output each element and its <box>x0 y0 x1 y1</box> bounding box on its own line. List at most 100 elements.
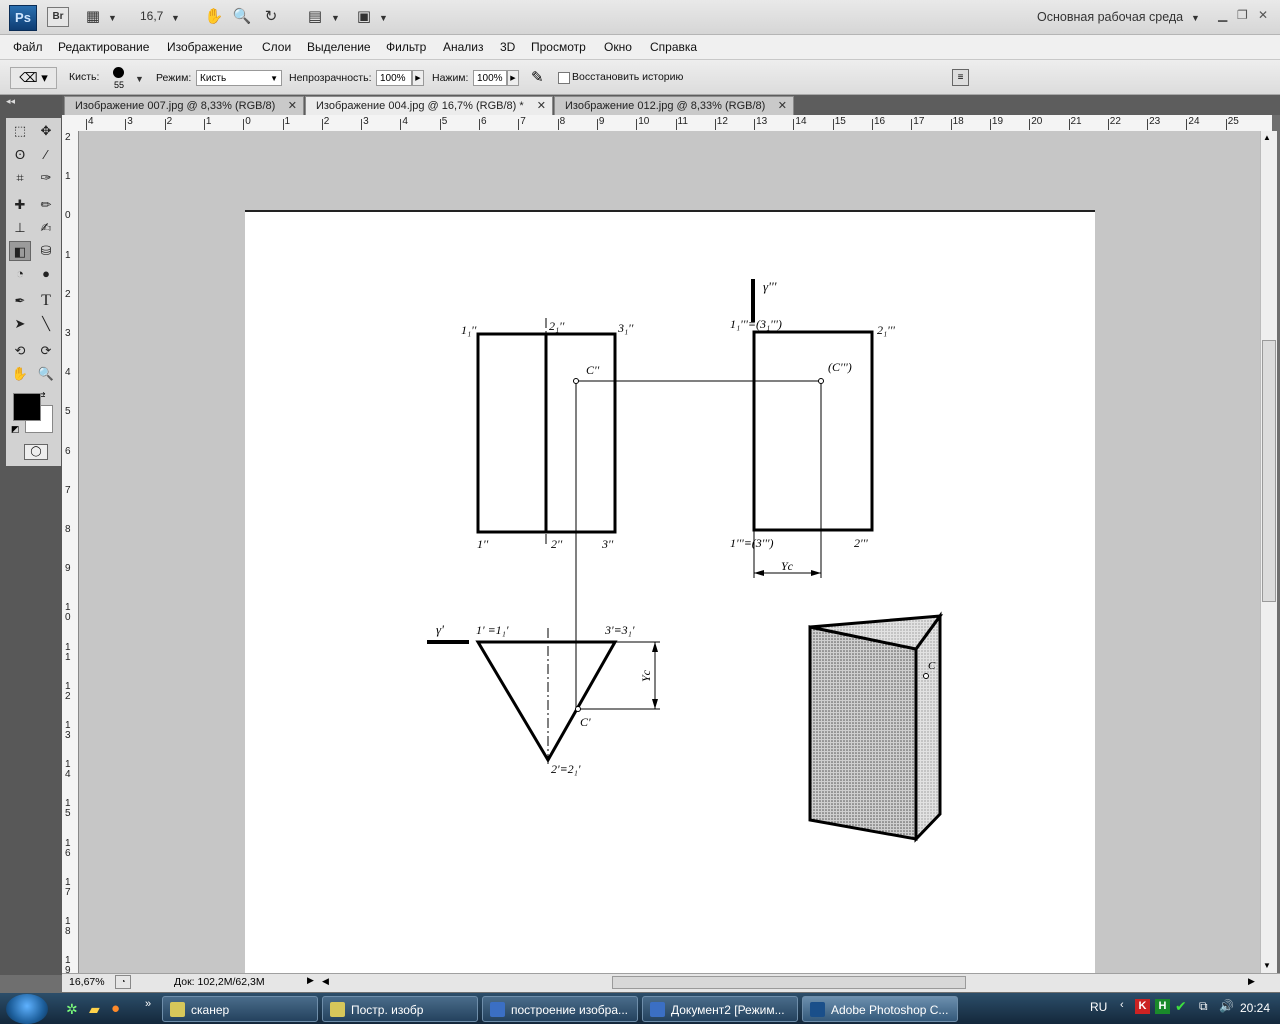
tab-image-004[interactable]: Изображение 004.jpg @ 16,7% (RGB/8) * ✕ <box>305 96 553 115</box>
3d-rotate-icon[interactable]: ⟲ <box>9 341 31 361</box>
taskbar-item-word1[interactable]: построение изобра... <box>482 996 638 1022</box>
chevron-right-icon[interactable]: » <box>145 998 151 1010</box>
hand-tool-icon[interactable]: ✋ <box>9 364 31 384</box>
clock[interactable]: 20:24 <box>1240 1001 1270 1015</box>
status-menu-arrow[interactable]: ▶ <box>307 975 314 986</box>
close-icon[interactable]: ✕ <box>288 97 297 116</box>
zoom-tool-icon[interactable]: 🔍 <box>35 364 57 384</box>
lasso-tool-icon[interactable]: ʘ <box>9 145 31 165</box>
menu-image[interactable]: Изображение <box>167 40 243 54</box>
menu-help[interactable]: Справка <box>650 40 697 54</box>
close-icon[interactable]: ✕ <box>537 97 546 116</box>
collapse-panel-icon[interactable]: ◂◂ <box>6 96 15 107</box>
flow-slider-button[interactable]: ▶ <box>507 70 519 86</box>
vertical-scroll-thumb[interactable] <box>1262 340 1276 602</box>
status-info-icon[interactable]: ◔ <box>115 975 131 989</box>
antivirus-icon[interactable]: K <box>1135 999 1150 1014</box>
quicklaunch-icon[interactable]: ✲ <box>66 1001 78 1018</box>
menu-edit[interactable]: Редактирование <box>58 40 149 54</box>
close-button[interactable]: ✕ <box>1258 8 1268 22</box>
crop-tool-icon[interactable]: ⌗ <box>9 168 31 188</box>
checkmark-icon[interactable]: ✔ <box>1175 998 1187 1015</box>
chevron-down-icon[interactable]: ▼ <box>135 74 144 84</box>
move-tool-icon[interactable]: ✥ <box>35 121 57 141</box>
clone-stamp-icon[interactable]: ⊥ <box>9 218 31 238</box>
menu-layers[interactable]: Слои <box>262 40 291 54</box>
default-colors-icon[interactable]: ◩ <box>11 424 20 435</box>
menu-filter[interactable]: Фильтр <box>386 40 426 54</box>
menu-window[interactable]: Окно <box>604 40 632 54</box>
brush-tool-icon[interactable]: ✏ <box>35 195 57 215</box>
scroll-up-icon[interactable]: ▲ <box>1263 133 1271 142</box>
mode-select[interactable]: Кисть ▼ <box>196 70 282 86</box>
line-tool-icon[interactable]: ╲ <box>35 314 57 334</box>
taskbar-item-scanner[interactable]: сканер <box>162 996 318 1022</box>
scroll-left-icon[interactable]: ◀ <box>322 976 329 987</box>
workspace-switcher[interactable]: Основная рабочая среда <box>1037 10 1183 24</box>
magic-wand-icon[interactable]: ⁄ <box>35 145 57 165</box>
hand-tool-icon[interactable]: ✋ <box>203 7 225 27</box>
opacity-field[interactable]: 100% <box>376 70 412 86</box>
minimize-button[interactable]: ▁ <box>1218 8 1227 22</box>
marquee-tool-icon[interactable]: ⬚ <box>9 121 31 141</box>
menu-analysis[interactable]: Анализ <box>443 40 484 54</box>
menu-view[interactable]: Просмотр <box>531 40 586 54</box>
arrange-documents-icon[interactable]: ▤ <box>304 7 326 27</box>
pen-tool-icon[interactable]: ✒ <box>9 291 31 311</box>
horizontal-scroll-thumb[interactable] <box>612 976 966 989</box>
taskbar-item-photoshop[interactable]: Adobe Photoshop C... <box>802 996 958 1022</box>
blur-tool-icon[interactable]: ◔ <box>9 264 31 284</box>
eraser-tool-icon[interactable]: ◧ <box>9 241 31 261</box>
screen-mode-icon[interactable]: ▣ <box>353 7 375 27</box>
network-icon[interactable]: ⧉ <box>1199 999 1208 1014</box>
eyedropper-icon[interactable]: ✑ <box>35 168 57 188</box>
menu-3d[interactable]: 3D <box>500 40 515 54</box>
chevron-down-icon[interactable]: ▼ <box>108 13 117 23</box>
opacity-slider-button[interactable]: ▶ <box>412 70 424 86</box>
tool-preset-picker[interactable]: ⌫ ▾ <box>10 67 57 89</box>
scroll-right-icon[interactable]: ▶ <box>1248 976 1255 987</box>
brush-preview-icon[interactable] <box>113 67 124 78</box>
flow-field[interactable]: 100% <box>473 70 507 86</box>
airbrush-icon[interactable]: ✎ <box>531 68 544 86</box>
language-indicator[interactable]: RU <box>1090 1000 1107 1014</box>
panel-toggle-icon[interactable]: ≡ <box>952 69 969 86</box>
chevron-down-icon[interactable]: ▼ <box>379 13 388 23</box>
ruler-top-number: 17 <box>913 116 925 127</box>
start-button[interactable] <box>6 994 48 1024</box>
close-icon[interactable]: ✕ <box>778 97 787 116</box>
path-selection-icon[interactable]: ➤ <box>9 314 31 334</box>
zoom-tool-icon[interactable]: 🔍 <box>231 7 253 27</box>
chevron-down-icon[interactable]: ▼ <box>171 13 180 23</box>
zoom-level-select[interactable]: 16,7 <box>140 9 163 23</box>
tab-image-007[interactable]: Изображение 007.jpg @ 8,33% (RGB/8) ✕ <box>64 96 304 115</box>
scroll-down-icon[interactable]: ▼ <box>1263 961 1271 970</box>
document-canvas[interactable]: γ''' 1₁'' 2₁'' 3₁'' C'' 1₁'''≡(3₁''') 2₁… <box>245 210 1095 977</box>
tray-expand-icon[interactable]: ‹ <box>1120 999 1124 1011</box>
restore-button[interactable]: ❐ <box>1237 8 1248 22</box>
bridge-button[interactable]: Br <box>47 7 69 27</box>
paint-bucket-icon[interactable]: ⛁ <box>35 241 57 261</box>
menu-file[interactable]: Файл <box>13 40 43 54</box>
restore-history-checkbox[interactable] <box>558 72 570 84</box>
status-zoom[interactable]: 16,67% <box>69 976 105 988</box>
healing-brush-icon[interactable]: ✚ <box>9 195 31 215</box>
quick-mask-icon[interactable]: ◯ <box>24 444 48 460</box>
tray-app-icon[interactable]: H <box>1155 999 1170 1014</box>
firefox-icon[interactable]: ● <box>111 1000 120 1017</box>
chevron-down-icon[interactable]: ▼ <box>331 13 340 23</box>
type-tool-icon[interactable]: T <box>35 291 57 311</box>
taskbar-item-word2[interactable]: Документ2 [Режим... <box>642 996 798 1022</box>
foreground-color-swatch[interactable] <box>13 393 41 421</box>
film-strip-icon[interactable]: ▦ <box>82 7 104 27</box>
3d-orbit-icon[interactable]: ⟳ <box>35 341 57 361</box>
dodge-tool-icon[interactable]: ● <box>35 264 57 284</box>
chevron-down-icon[interactable]: ▼ <box>1191 13 1200 23</box>
volume-icon[interactable]: 🔊 <box>1219 999 1234 1013</box>
tab-image-012[interactable]: Изображение 012.jpg @ 8,33% (RGB/8) ✕ <box>554 96 794 115</box>
menu-select[interactable]: Выделение <box>307 40 371 54</box>
taskbar-item-postr[interactable]: Постр. изобр <box>322 996 478 1022</box>
history-brush-icon[interactable]: ✍ <box>35 218 57 238</box>
rotate-view-icon[interactable]: ↻ <box>260 7 282 27</box>
folder-icon[interactable]: ▰ <box>89 1001 100 1018</box>
